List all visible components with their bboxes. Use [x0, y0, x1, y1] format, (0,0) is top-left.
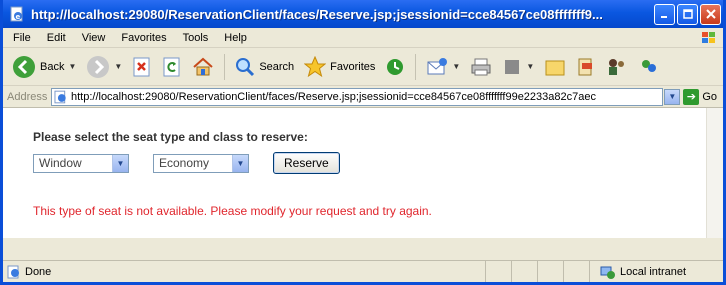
windows-logo-icon: [702, 31, 715, 43]
history-icon: [387, 58, 404, 75]
chevron-down-icon[interactable]: ▼: [452, 62, 460, 71]
address-label: Address: [7, 90, 48, 103]
seat-type-value: Window: [39, 156, 82, 170]
menu-help[interactable]: Help: [224, 32, 247, 44]
mail-icon: [427, 57, 448, 74]
folder-icon: [545, 60, 565, 75]
back-button[interactable]: Back ▼: [9, 52, 79, 82]
messenger-button[interactable]: [603, 52, 631, 82]
page-content: Please select the seat type and class to…: [3, 108, 723, 238]
menu-favorites[interactable]: Favorites: [121, 32, 166, 44]
back-arrow-icon: [13, 55, 35, 78]
maximize-icon: [682, 9, 693, 19]
minimize-button[interactable]: [654, 3, 675, 25]
go-label: Go: [702, 90, 717, 103]
menu-bar: File Edit View Favorites Tools Help: [3, 28, 723, 48]
search-label: Search: [259, 60, 295, 73]
vertical-scrollbar[interactable]: [706, 108, 723, 238]
minimize-icon: [660, 16, 667, 18]
back-label: Back: [40, 60, 65, 73]
reserve-button[interactable]: Reserve: [273, 152, 340, 174]
search-icon: [236, 57, 255, 76]
menu-view[interactable]: View: [82, 32, 106, 44]
address-field[interactable]: [51, 87, 664, 106]
page-icon: [54, 90, 67, 103]
status-cell: [537, 261, 563, 282]
status-cells: [485, 261, 589, 282]
title-bar[interactable]: e http://localhost:29080/ReservationClie…: [3, 0, 723, 28]
seat-type-select[interactable]: Window ▼: [33, 153, 129, 173]
extra-button[interactable]: [635, 52, 661, 82]
address-bar: Address ▼ ➔ Go: [3, 86, 723, 108]
close-button[interactable]: [700, 3, 721, 25]
edit-button[interactable]: ▼: [499, 52, 537, 82]
chevron-down-icon[interactable]: ▼: [114, 62, 122, 71]
status-cell: [563, 261, 589, 282]
address-input[interactable]: [70, 90, 663, 103]
favorites-label: Favorites: [330, 60, 376, 73]
refresh-button[interactable]: [159, 52, 185, 82]
form-controls: Window ▼ Economy ▼ Reserve: [33, 152, 723, 174]
printer-icon: [471, 58, 491, 75]
print-button[interactable]: [467, 52, 495, 82]
go-button[interactable]: ➔ Go: [683, 88, 717, 105]
toolbar-separator: [415, 53, 417, 80]
toolbar-separator: [224, 53, 226, 80]
browser-window: e http://localhost:29080/ReservationClie…: [0, 0, 726, 285]
address-dropdown-button[interactable]: ▼: [664, 88, 681, 105]
chevron-down-icon[interactable]: ▼: [232, 154, 248, 172]
close-icon: [705, 9, 716, 19]
chevron-down-icon[interactable]: ▼: [112, 154, 128, 172]
svg-text:e: e: [16, 13, 21, 21]
ie-page-icon: e: [10, 6, 23, 22]
zone-text: Local intranet: [620, 265, 687, 278]
research-button[interactable]: [573, 52, 599, 82]
status-cell: [511, 261, 537, 282]
chevron-down-icon[interactable]: ▼: [526, 62, 534, 71]
refresh-icon: [163, 57, 180, 76]
stop-button[interactable]: [129, 52, 155, 82]
status-cell: [485, 261, 511, 282]
stop-icon: [133, 57, 150, 76]
page-done-icon: [7, 265, 19, 278]
favorites-button[interactable]: Favorites: [301, 52, 378, 82]
people-icon: [609, 58, 625, 75]
menu-file[interactable]: File: [13, 32, 31, 44]
history-button[interactable]: [382, 52, 408, 82]
intranet-icon: [600, 266, 615, 279]
form-prompt: Please select the seat type and class to…: [33, 130, 308, 144]
messenger-icon: [642, 59, 657, 72]
research-icon: [578, 58, 593, 75]
class-select[interactable]: Economy ▼: [153, 153, 249, 173]
menu-tools[interactable]: Tools: [183, 32, 209, 44]
status-text: Done: [25, 265, 52, 278]
toolbar: Back ▼ ▼ Search Favorites ▼ ▼: [3, 48, 723, 86]
window-title: http://localhost:29080/ReservationClient…: [31, 6, 603, 22]
edit-icon: [505, 59, 520, 74]
security-zone[interactable]: Local intranet: [589, 261, 723, 282]
error-message: This type of seat is not available. Plea…: [33, 204, 432, 218]
search-button[interactable]: Search: [232, 52, 297, 82]
mail-button[interactable]: ▼: [423, 52, 463, 82]
go-arrow-icon: ➔: [683, 88, 700, 105]
home-button[interactable]: [189, 52, 217, 82]
maximize-button[interactable]: [677, 3, 698, 25]
forward-button[interactable]: ▼: [83, 52, 125, 82]
home-icon: [193, 57, 213, 75]
status-bar: Done Local intranet: [3, 260, 723, 282]
forward-arrow-icon: [87, 55, 110, 78]
chevron-down-icon: ▼: [668, 92, 677, 101]
class-value: Economy: [159, 156, 210, 170]
notes-button[interactable]: [541, 52, 569, 82]
star-icon: [304, 55, 327, 77]
menu-edit[interactable]: Edit: [47, 32, 66, 44]
chevron-down-icon[interactable]: ▼: [68, 62, 76, 71]
status-left: Done: [7, 265, 485, 279]
